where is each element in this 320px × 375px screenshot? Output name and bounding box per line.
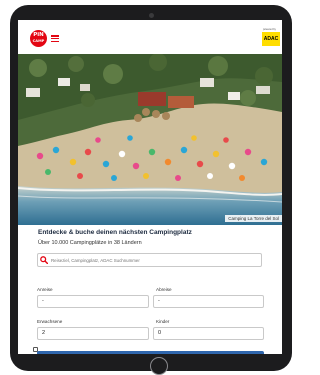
destination-search-input[interactable]: Reiseziel, Campingplatz, ADAC Suchnummer	[37, 253, 262, 267]
screen: PiN CAMP powered by ADAC Camping La Torr…	[18, 20, 282, 354]
departure-date-field[interactable]: -	[153, 295, 264, 308]
departure-label: Abreise	[156, 287, 172, 292]
pincamp-logo[interactable]: PiN CAMP	[30, 30, 47, 47]
search-submit-button[interactable]	[37, 351, 264, 354]
children-field[interactable]: 0	[153, 327, 264, 340]
powered-by-label: powered by	[263, 28, 276, 31]
photo-caption: Camping La Torre del Sol	[225, 215, 282, 222]
children-label: Kinder	[156, 319, 170, 324]
search-subline: Über 10.000 Campingplätze in 38 Ländern	[38, 240, 142, 246]
beach-aerial-photo	[18, 54, 282, 225]
hero-image: Camping La Torre del Sol	[18, 54, 282, 225]
adults-label: Erwachsene	[37, 319, 63, 324]
adults-field[interactable]: 2	[37, 327, 149, 340]
hamburger-menu-icon[interactable]	[51, 35, 59, 42]
logo-text-camp: CAMP	[32, 39, 45, 43]
adac-logo[interactable]: powered by ADAC	[262, 28, 280, 46]
search-headline: Entdecke & buche deinen nächsten Camping…	[38, 229, 192, 236]
search-placeholder: Reiseziel, Campingplatz, ADAC Suchnummer	[51, 257, 140, 263]
home-button[interactable]	[150, 357, 168, 375]
arrival-label: Anreise	[37, 287, 53, 292]
site-header: PiN CAMP powered by ADAC	[18, 20, 282, 54]
booking-search-panel: Entdecke & buche deinen nächsten Camping…	[18, 225, 282, 354]
search-icon	[40, 256, 48, 264]
front-camera	[149, 13, 154, 18]
adac-logo-text: ADAC	[262, 32, 280, 46]
logo-text-pin: PiN	[33, 32, 44, 38]
arrival-date-field[interactable]: -	[37, 295, 149, 308]
